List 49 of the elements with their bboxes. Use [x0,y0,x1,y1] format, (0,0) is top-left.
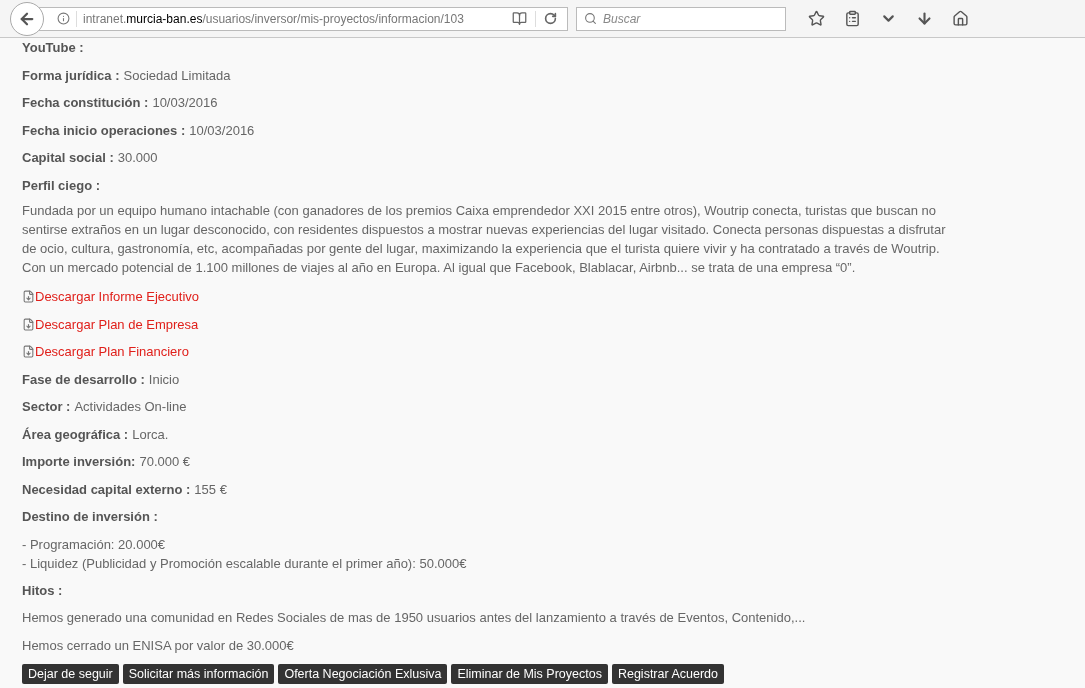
field-label: Forma jurídica : [22,66,120,85]
download-link[interactable]: Descargar Plan de Empresa [35,314,199,334]
clipboard-icon[interactable] [844,10,861,27]
field-label: Destino de inversión : [22,508,158,526]
action-button[interactable]: Eliminar de Mis Proyectos [451,664,608,684]
field-label: Hitos : [22,581,63,600]
reload-icon[interactable] [544,12,557,25]
field-value: Lorca. [132,425,169,444]
field-label: Perfil ciego : [22,176,101,195]
field-label: Capital social : [22,149,114,167]
search-icon [584,11,597,25]
field-value: 10/03/2016 [189,121,255,140]
reader-view-icon[interactable] [512,11,527,26]
file-download-icon [22,317,35,331]
download-link[interactable]: Descargar Informe Ejecutivo [35,287,199,307]
field-value: Sociedad Limitada [123,66,231,85]
file-download-icon [22,345,35,359]
field-label: Fecha constitución : [22,94,149,112]
milestone-text: Hemos generado una comunidad en Redes Sociales de mas de 1950 usuarios antes del lanzamiento a través de Eventos, Contenido,... [22,609,807,627]
field-value: 10/03/2016 [152,94,218,112]
field-value: Inicio [148,370,180,389]
home-icon[interactable] [952,10,969,27]
field-label: Fase de desarrollo : [22,370,145,389]
field-label: Sector : [22,398,71,416]
field-value: 155 € [194,480,227,499]
milestone-text: Hemos cerrado un ENISA por valor de 30.000€ [22,636,295,655]
download-icon[interactable] [916,10,933,27]
field-label: Área geográfica : [22,425,129,444]
field-value: Actividades On-line [74,398,187,416]
info-icon [57,12,70,25]
action-button[interactable]: Solicitar más información [122,664,275,684]
field-label: Fecha inicio operaciones : [22,121,186,140]
search-field[interactable]: Buscar [576,6,786,31]
bookmark-star-icon[interactable] [808,10,825,27]
field-label: Necesidad capital externo : [22,480,191,499]
action-button[interactable]: Registrar Acuerdo [611,664,724,684]
file-download-icon [22,290,35,304]
back-button[interactable] [10,1,44,36]
action-button[interactable]: Dejar de seguir [22,664,119,684]
field-value: 70.000 € [139,453,191,471]
action-button[interactable]: Oferta Negociación Exlusiva [278,664,448,684]
investment-list: - Programación: 20.000€ - Liquidez (Publicidad y Promoción escalable durante el primer año): 50.000€ [22,530,1085,577]
field-label: YouTube : [22,39,84,57]
address-bar[interactable]: intranet.murcia-ban.es/usuarios/inversor/mis-proyectos/informacion/103 [38,6,568,31]
download-link[interactable]: Descargar Plan Financiero [35,342,189,362]
field-label: Importe inversión: [22,453,136,471]
description-paragraph: Fundada por un equipo humano intachable (con ganadores de los premios Caixa emprendedor XXI 2015 entre otros), Woutrip conecta, turistas que buscan no sentirse extraños en un lugar desconocido, con residentes dispuestos a mostrar nuevas experiencias del lugar visitado. Conecta personas dispuestas a disfrutar de ocio, cultura, gastronomía, etc, acompañadas por gente del lugar, maximizando la experiencia que el turista quiere vivir y ha contratado a través de Woutrip. Con un mercado potencial de 1.100 millones de viajes al año en Europa. Al igual que Facebook, Blablacar, Airbnb... se trata de una empresa “0”. [22,202,947,277]
url-text: intranet.murcia-ban.es/usuarios/inversor/mis-proyectos/informacion/103 [83,10,465,28]
field-value: 30.000 [117,149,158,167]
